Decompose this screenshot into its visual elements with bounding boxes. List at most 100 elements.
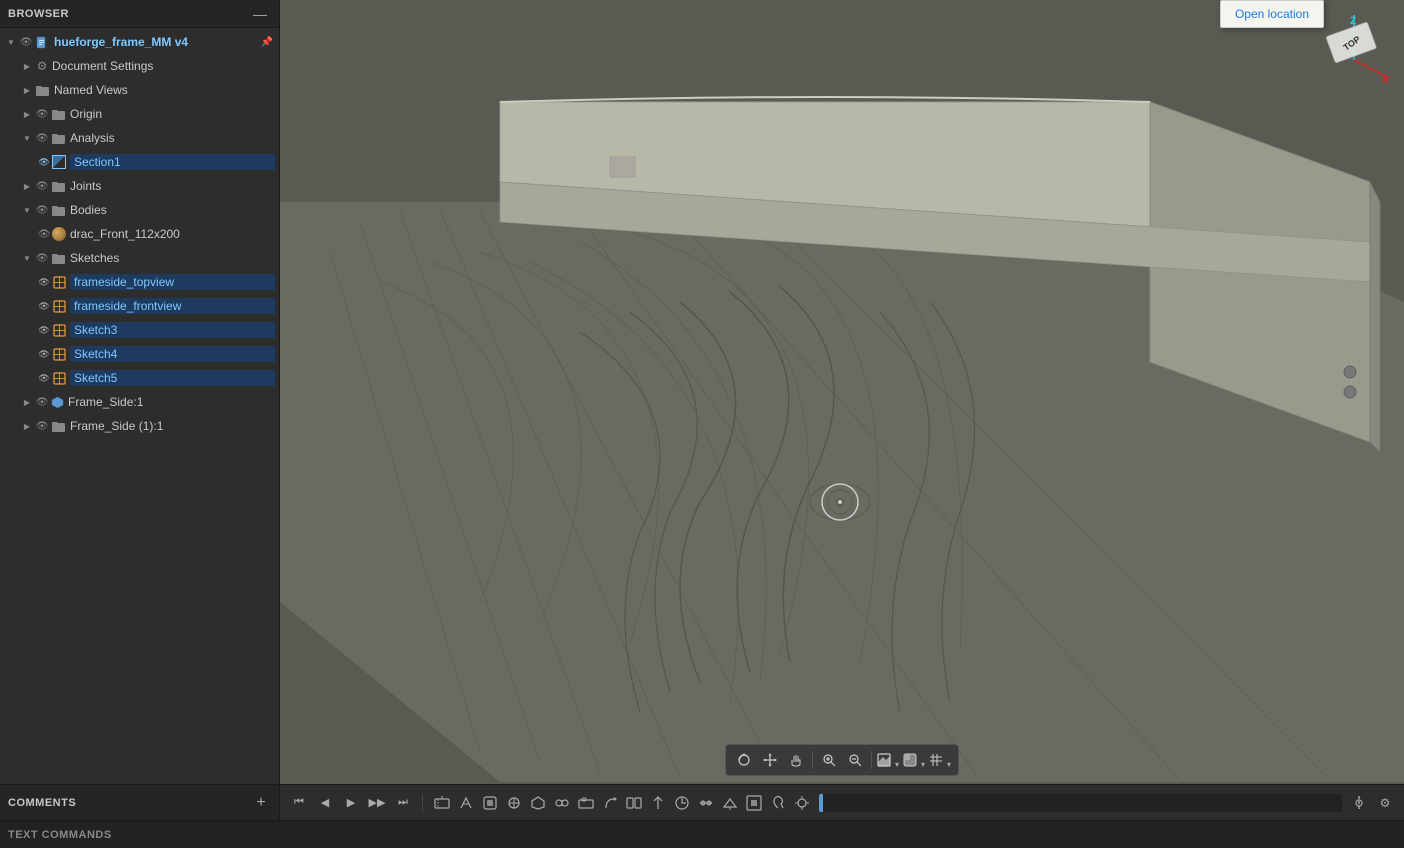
anim-tool-2[interactable]: [455, 792, 477, 814]
go-to-end-button[interactable]: ⏭: [392, 792, 414, 814]
tree-item-frameside-frontview[interactable]: 👁 frameside_frontview: [0, 294, 279, 318]
analysis-folder-icon: [50, 130, 66, 146]
document-icon: [34, 34, 50, 50]
tree-root-item[interactable]: ▼ 👁 hueforge_frame_MM v4 📌: [0, 30, 279, 54]
joints-label: Joints: [70, 179, 275, 193]
anim-tool-8[interactable]: [599, 792, 621, 814]
svg-text:Z: Z: [1350, 16, 1356, 27]
sidebar-collapse-button[interactable]: —: [249, 3, 271, 25]
bodies-visibility-icon[interactable]: 👁: [34, 202, 50, 218]
display-mode-button[interactable]: [876, 748, 900, 772]
root-item-label: hueforge_frame_MM v4: [54, 35, 259, 49]
anim-tool-5[interactable]: [527, 792, 549, 814]
grid-button[interactable]: [928, 748, 952, 772]
tree-item-frame-side-1-1[interactable]: ▶ 👁 Frame_Side (1):1: [0, 414, 279, 438]
anim-tool-14[interactable]: [743, 792, 765, 814]
section1-visibility-icon[interactable]: 👁: [36, 154, 52, 170]
anim-tool-9[interactable]: [623, 792, 645, 814]
named-views-label: Named Views: [54, 83, 275, 97]
frameside-topview-label: frameside_topview: [70, 274, 275, 290]
play-backward-button[interactable]: ◀: [314, 792, 336, 814]
named-views-chevron: ▶: [20, 83, 34, 97]
visual-style-button[interactable]: [902, 748, 926, 772]
tree-item-sketches[interactable]: ▼ 👁 Sketches: [0, 246, 279, 270]
drac-front-label: drac_Front_112x200: [70, 227, 275, 241]
animation-timeline[interactable]: [819, 794, 1342, 812]
zoom-button[interactable]: [817, 748, 841, 772]
zoom-out-button[interactable]: [843, 748, 867, 772]
tree-item-sketch5[interactable]: 👁 Sketch5: [0, 366, 279, 390]
sidebar-tree: ▼ 👁 hueforge_frame_MM v4 📌 ▶ ⚙ Document …: [0, 28, 279, 784]
play-forward-button[interactable]: ▶▶: [366, 792, 388, 814]
origin-visibility-icon[interactable]: 👁: [34, 106, 50, 122]
animation-tools: [431, 792, 1370, 814]
comments-add-button[interactable]: +: [251, 793, 271, 813]
tree-item-analysis[interactable]: ▼ 👁 Analysis: [0, 126, 279, 150]
play-button[interactable]: ▶: [340, 792, 362, 814]
tree-item-frame-side-1[interactable]: ▶ 👁 Frame_Side:1: [0, 390, 279, 414]
anim-sep-1: [422, 794, 423, 812]
pan-tool-button[interactable]: [758, 748, 782, 772]
tree-item-sketch4[interactable]: 👁 Sketch4: [0, 342, 279, 366]
anim-tool-10[interactable]: [647, 792, 669, 814]
frameside-frontview-visibility-icon[interactable]: 👁: [36, 298, 52, 314]
tree-item-sketch3[interactable]: 👁 Sketch3: [0, 318, 279, 342]
sidebar-header: BROWSER —: [0, 0, 279, 28]
sketch5-visibility-icon[interactable]: 👁: [36, 370, 52, 386]
joints-visibility-icon[interactable]: 👁: [34, 178, 50, 194]
sidebar-title: BROWSER: [8, 8, 69, 20]
anim-tool-6[interactable]: [551, 792, 573, 814]
anim-snap-button[interactable]: [1348, 792, 1370, 814]
root-visibility-icon[interactable]: 👁: [18, 34, 34, 50]
tree-item-drac-front[interactable]: 👁 drac_Front_112x200: [0, 222, 279, 246]
tree-item-document-settings[interactable]: ▶ ⚙ Document Settings: [0, 54, 279, 78]
sketch4-visibility-icon[interactable]: 👁: [36, 346, 52, 362]
tree-item-bodies[interactable]: ▼ 👁 Bodies: [0, 198, 279, 222]
drac-front-visibility-icon[interactable]: 👁: [36, 226, 52, 242]
view-cube[interactable]: Z X TOP: [1314, 10, 1394, 90]
sketches-visibility-icon[interactable]: 👁: [34, 250, 50, 266]
open-location-tooltip: Open location: [1220, 0, 1324, 28]
go-to-start-button[interactable]: ⏮: [288, 792, 310, 814]
frame-side-1-1-visibility-icon[interactable]: 👁: [34, 418, 50, 434]
analysis-visibility-icon[interactable]: 👁: [34, 130, 50, 146]
sketch4-icon: [52, 347, 66, 361]
frame-side-1-1-folder-icon: [50, 418, 66, 434]
frame-side-1-1-chevron: ▶: [20, 419, 34, 433]
anim-tool-15[interactable]: [767, 792, 789, 814]
frame-side-1-visibility-icon[interactable]: 👁: [34, 394, 50, 410]
anim-tool-1[interactable]: [431, 792, 453, 814]
origin-chevron: ▶: [20, 107, 34, 121]
tree-item-section1[interactable]: 👁 Section1: [0, 150, 279, 174]
tree-item-origin[interactable]: ▶ 👁 Origin: [0, 102, 279, 126]
bodies-folder-icon: [50, 202, 66, 218]
tree-item-frameside-topview[interactable]: 👁 frameside_topview: [0, 270, 279, 294]
sketch4-label: Sketch4: [70, 346, 275, 362]
gear-icon: ⚙: [34, 58, 50, 74]
joints-folder-icon: [50, 178, 66, 194]
anim-tool-4[interactable]: [503, 792, 525, 814]
anim-tool-16[interactable]: [791, 792, 813, 814]
orbit-tool-button[interactable]: [732, 748, 756, 772]
tree-item-joints[interactable]: ▶ 👁 Joints: [0, 174, 279, 198]
anim-tool-12[interactable]: [695, 792, 717, 814]
frame-side-1-component-icon: [50, 395, 64, 409]
vp-sep-1: [812, 751, 813, 769]
anim-tool-3[interactable]: [479, 792, 501, 814]
viewport-toolbar: [725, 744, 959, 776]
anim-tool-11[interactable]: [671, 792, 693, 814]
anim-tool-7[interactable]: [575, 792, 597, 814]
animation-settings-button[interactable]: ⚙: [1374, 792, 1396, 814]
tree-item-named-views[interactable]: ▶ Named Views: [0, 78, 279, 102]
sketches-chevron: ▼: [20, 251, 34, 265]
anim-tool-13[interactable]: [719, 792, 741, 814]
text-commands-label: TEXT COMMANDS: [8, 829, 112, 841]
frameside-frontview-sketch-icon: [52, 299, 66, 313]
open-location-link[interactable]: Open location: [1235, 7, 1309, 21]
hand-tool-button[interactable]: [784, 748, 808, 772]
sketch3-visibility-icon[interactable]: 👁: [36, 322, 52, 338]
root-pin-icon[interactable]: 📌: [259, 34, 275, 50]
text-commands-bar: TEXT COMMANDS: [0, 820, 1404, 848]
analysis-label: Analysis: [70, 131, 275, 145]
frameside-topview-visibility-icon[interactable]: 👁: [36, 274, 52, 290]
